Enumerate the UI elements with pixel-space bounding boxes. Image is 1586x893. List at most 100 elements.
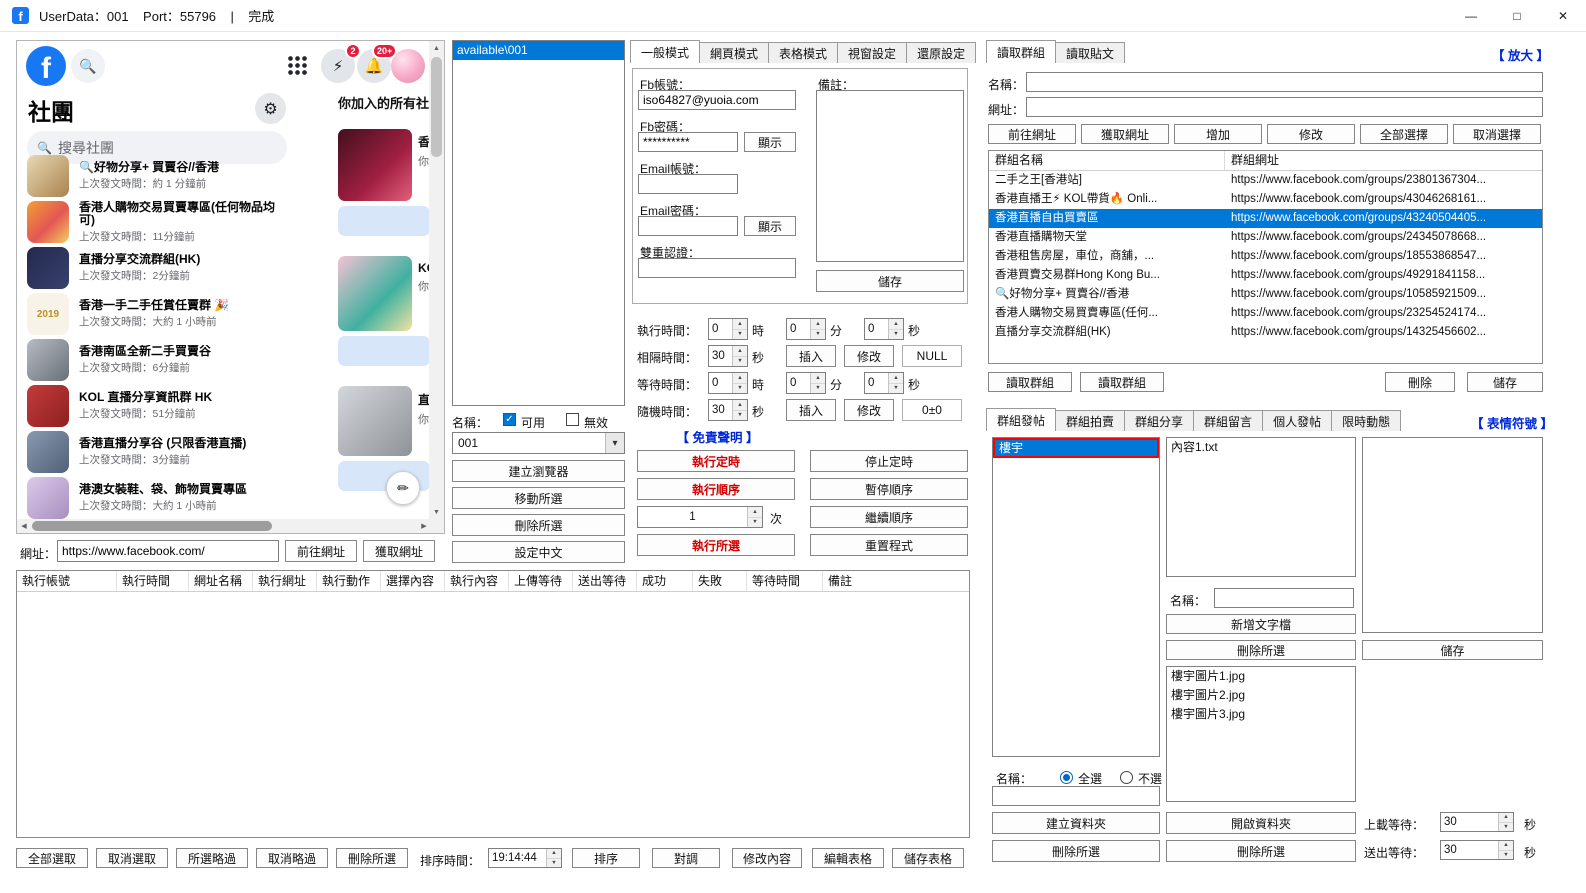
wait-hours-spinner[interactable]: 0 ▲ ▼ bbox=[708, 372, 748, 394]
group-table-row-selected[interactable]: 香港直播自由買賣區 https://www.facebook.com/groups… bbox=[989, 209, 1542, 228]
horizontal-scrollbar[interactable]: ◀ ▶ bbox=[17, 519, 431, 533]
pause-sequence-button[interactable]: 暫停順序 bbox=[810, 478, 968, 500]
joined-group-card-image[interactable] bbox=[338, 256, 412, 331]
column-header[interactable]: 送出等待 bbox=[573, 571, 637, 591]
fetch-url-button[interactable]: 獲取網址 bbox=[363, 540, 435, 562]
group-table-row[interactable]: 香港直播王⚡ KOL帶貨🔥 Onli... https://www.faceboo… bbox=[989, 190, 1542, 209]
column-header-group-name[interactable]: 群組名稱 bbox=[989, 151, 1225, 170]
random-spinner[interactable]: 30 ▲ ▼ bbox=[708, 399, 748, 421]
fb-group-item[interactable]: 直播分享交流群組(HK) 上次發文時間：2分鐘前 bbox=[23, 245, 289, 291]
open-folder-button[interactable]: 開啟資料夾 bbox=[1166, 812, 1356, 834]
tab-read-groups[interactable]: 讀取群組 bbox=[986, 40, 1057, 63]
scroll-up-icon[interactable]: ▲ bbox=[429, 41, 444, 56]
upload-wait-spinner[interactable]: 30 ▲ ▼ bbox=[1440, 812, 1514, 832]
profile-combo[interactable]: 001 ▾ bbox=[452, 432, 625, 454]
profile-listbox[interactable]: available\001 bbox=[452, 40, 625, 406]
unskip-selected-button[interactable]: 取消略過 bbox=[256, 848, 328, 868]
column-header[interactable]: 選擇內容 bbox=[381, 571, 445, 591]
fb-group-item[interactable]: 2019 香港一手二手任賞任賣群 🎉 上次發文時間：大約 1 小時前 bbox=[23, 291, 289, 337]
tab-group-share[interactable]: 群組分享 bbox=[1124, 410, 1195, 431]
email-password-input[interactable] bbox=[638, 216, 738, 236]
move-selected-button[interactable]: 移動所選 bbox=[452, 487, 625, 509]
show-email-password-button[interactable]: 顯示 bbox=[744, 216, 796, 236]
skip-selected-button[interactable]: 所選略過 bbox=[176, 848, 248, 868]
tab-personal-post[interactable]: 個人發帖 bbox=[1262, 410, 1333, 431]
fb-group-item[interactable]: 🔍好物分享+ 買賣谷//香港 上次發文時間：約 1 分鐘前 bbox=[23, 153, 289, 199]
group-table-row[interactable]: 香港直播購物天堂 https://www.facebook.com/groups/… bbox=[989, 228, 1542, 247]
column-header[interactable]: 執行帳號 bbox=[17, 571, 117, 591]
select-all-label[interactable]: 全選 bbox=[1078, 770, 1102, 787]
invalid-checkbox[interactable] bbox=[566, 413, 579, 426]
tab-window-settings[interactable]: 視窗設定 bbox=[837, 42, 908, 63]
fb-password-input[interactable] bbox=[638, 132, 738, 152]
facebook-home-logo-icon[interactable]: f bbox=[26, 46, 66, 86]
column-header[interactable]: 執行內容 bbox=[445, 571, 509, 591]
image-listbox[interactable]: 樓宇圖片1.jpg 樓宇圖片2.jpg 樓宇圖片3.jpg bbox=[1166, 666, 1356, 802]
minimize-button[interactable]: — bbox=[1448, 0, 1494, 32]
pencil-edit-icon[interactable]: ✏ bbox=[386, 471, 420, 505]
scrollbar-thumb[interactable] bbox=[32, 521, 272, 531]
save-account-button[interactable]: 儲存 bbox=[816, 270, 964, 292]
image-item[interactable]: 樓宇圖片3.jpg bbox=[1167, 705, 1355, 724]
set-chinese-button[interactable]: 設定中文 bbox=[452, 541, 625, 563]
scroll-down-icon[interactable]: ▼ bbox=[429, 505, 444, 520]
delete-selected-file-button[interactable]: 刪除所選 bbox=[1166, 640, 1356, 660]
save-table-button[interactable]: 儲存表格 bbox=[892, 848, 964, 868]
sort-time-spinner[interactable]: 19:14:44 ▲ ▼ bbox=[488, 848, 562, 868]
interval-insert-button[interactable]: 插入 bbox=[786, 345, 836, 367]
delete-group-button[interactable]: 刪除 bbox=[1385, 372, 1455, 392]
save-content-button[interactable]: 儲存 bbox=[1362, 640, 1543, 660]
create-browser-button[interactable]: 建立瀏覽器 bbox=[452, 460, 625, 482]
select-none-label[interactable]: 不選 bbox=[1138, 770, 1162, 787]
column-header-group-url[interactable]: 群組網址 bbox=[1225, 151, 1542, 170]
fb-group-item[interactable]: 香港人購物交易買賣專區(任何物品均可) 上次發文時間：11分鐘前 bbox=[23, 199, 289, 245]
sort-button[interactable]: 排序 bbox=[572, 848, 640, 868]
available-checkbox[interactable]: ✓ bbox=[503, 413, 516, 426]
scroll-left-icon[interactable]: ◀ bbox=[17, 519, 31, 533]
new-text-file-button[interactable]: 新增文字檔 bbox=[1166, 614, 1356, 634]
exec-hours-spinner[interactable]: 0 ▲ ▼ bbox=[708, 318, 748, 340]
fb-group-item[interactable]: 港澳女裝鞋、袋、飾物買賣專區 上次發文時間：大約 1 小時前 bbox=[23, 475, 289, 520]
tab-general-mode[interactable]: 一般模式 bbox=[630, 40, 701, 63]
run-sequence-button[interactable]: 執行順序 bbox=[637, 478, 795, 500]
column-header[interactable]: 等待時間 bbox=[747, 571, 823, 591]
email-account-input[interactable] bbox=[638, 174, 738, 194]
close-button[interactable]: ✕ bbox=[1540, 0, 1586, 32]
select-all-groups-button[interactable]: 全部選擇 bbox=[1360, 124, 1448, 144]
run-timer-button[interactable]: 執行定時 bbox=[637, 450, 795, 472]
image-item[interactable]: 樓宇圖片2.jpg bbox=[1167, 686, 1355, 705]
zoom-link[interactable]: 【 放大 】 bbox=[1492, 45, 1549, 64]
modify-content-button[interactable]: 修改內容 bbox=[732, 848, 802, 868]
stop-timer-button[interactable]: 停止定時 bbox=[810, 450, 968, 472]
delete-selected-image-button[interactable]: 刪除所選 bbox=[1166, 840, 1356, 862]
column-header[interactable]: 執行時間 bbox=[117, 571, 189, 591]
tab-group-comment[interactable]: 群組留言 bbox=[1193, 410, 1264, 431]
column-header[interactable]: 上傳等待 bbox=[509, 571, 573, 591]
resume-sequence-button[interactable]: 繼續順序 bbox=[810, 506, 968, 528]
content-folder-item-selected[interactable]: 樓宇 bbox=[993, 438, 1159, 458]
column-header[interactable]: 網址名稱 bbox=[189, 571, 253, 591]
read-groups-button-2[interactable]: 讀取群組 bbox=[1080, 372, 1164, 392]
delete-selected-rows-button[interactable]: 刪除所選 bbox=[336, 848, 408, 868]
swap-button[interactable]: 對調 bbox=[652, 848, 720, 868]
random-modify-button[interactable]: 修改 bbox=[844, 399, 894, 421]
select-none-radio[interactable] bbox=[1120, 771, 1133, 784]
delete-selected-folder-button[interactable]: 刪除所選 bbox=[992, 840, 1160, 862]
reset-program-button[interactable]: 重置程式 bbox=[810, 534, 968, 556]
run-selected-button[interactable]: 執行所選 bbox=[637, 534, 795, 556]
tab-table-mode[interactable]: 表格模式 bbox=[768, 42, 839, 63]
select-all-rows-button[interactable]: 全部選取 bbox=[16, 848, 88, 868]
delete-selected-button[interactable]: 刪除所選 bbox=[452, 514, 625, 536]
group-table-row[interactable]: 香港租售房屋，車位，商舖，... https://www.facebook.com… bbox=[989, 247, 1542, 266]
card-action-button[interactable] bbox=[338, 336, 430, 366]
group-table-row[interactable]: 二手之王[香港站] https://www.facebook.com/groups… bbox=[989, 171, 1542, 190]
group-table-row[interactable]: 香港人購物交易買賣專區(任何... https://www.facebook.co… bbox=[989, 304, 1542, 323]
image-item[interactable]: 樓宇圖片1.jpg bbox=[1167, 667, 1355, 686]
random-insert-button[interactable]: 插入 bbox=[786, 399, 836, 421]
chevron-down-icon[interactable]: ▾ bbox=[605, 433, 624, 453]
url-input[interactable] bbox=[57, 540, 279, 562]
go-group-url-button[interactable]: 前往網址 bbox=[988, 124, 1076, 144]
show-fb-password-button[interactable]: 顯示 bbox=[744, 132, 796, 152]
text-file-item[interactable]: 內容1.txt bbox=[1167, 438, 1355, 457]
column-header[interactable]: 備註 bbox=[823, 571, 969, 591]
